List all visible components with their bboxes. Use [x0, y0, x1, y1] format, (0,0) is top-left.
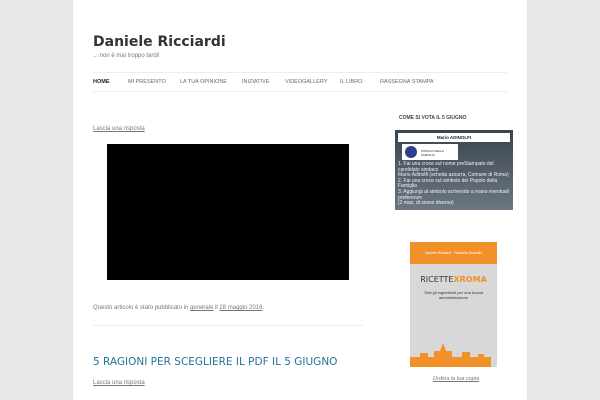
sidebar: COME SI VOTA IL 5 GIUGNO Mario ADINOLFI … — [385, 92, 527, 400]
site-tagline: ... non è mai troppo tardi! — [93, 53, 160, 59]
meta-text: . — [262, 305, 265, 311]
instruction-line: (2 max, di sesso diverso) — [398, 200, 454, 207]
widget-heading: COME SI VOTA IL 5 GIUGNO — [399, 115, 467, 121]
main-nav: HOME MI PRESENTO LA TUA OPINIONE INIZIAT… — [93, 72, 507, 92]
video-player[interactable] — [107, 144, 349, 280]
vote-instructions-image[interactable]: Mario ADINOLFI POPOLO DELLA FAMIGLIA 1. … — [395, 130, 513, 210]
nav-home[interactable]: HOME — [93, 79, 110, 85]
party-logo-icon — [405, 146, 417, 158]
book-authors: Daniele Ricciardi · Rossella Scarolini — [410, 242, 497, 264]
order-copy-link[interactable]: Ordina la tua copia — [385, 376, 527, 382]
instruction-list: 1. Fai una croce sul nome preStampato de… — [398, 161, 510, 207]
book-cover-image[interactable]: Daniele Ricciardi · Rossella Scarolini R… — [410, 242, 497, 367]
category-link[interactable]: generale — [190, 305, 213, 311]
ballot-box: POPOLO DELLA FAMIGLIA — [402, 144, 458, 160]
nav-iniziative[interactable]: INIZIATIVE — [242, 79, 269, 85]
date-link[interactable]: 28 maggio 2016 — [219, 305, 262, 311]
candidate-name: Mario ADINOLFI — [398, 133, 510, 142]
site-title[interactable]: Daniele Ricciardi — [93, 34, 226, 50]
post-title[interactable]: 5 RAGIONI PER SCEGLIERE IL PDF IL 5 GIUG… — [93, 356, 337, 368]
reply-link[interactable]: Lascia una risposta — [93, 126, 145, 132]
rome-skyline-icon — [410, 343, 491, 367]
meta-text: Questo articolo è stato pubblicato in — [93, 305, 191, 311]
page: Daniele Ricciardi ... non è mai troppo t… — [73, 0, 527, 400]
nav-rassegna-stampa[interactable]: RASSEGNA STAMPA — [380, 79, 434, 85]
nav-videogallery[interactable]: VIDEOGALLERY — [285, 79, 327, 85]
reply-link[interactable]: Lascia una risposta — [93, 380, 145, 386]
nav-mi-presento[interactable]: MI PRESENTO — [128, 79, 166, 85]
post-meta: Questo articolo è stato pubblicato in ge… — [93, 305, 264, 311]
book-subtitle: Tutti gli ingredienti per una buona ammi… — [423, 290, 484, 300]
divider — [93, 325, 363, 326]
party-name: POPOLO DELLA FAMIGLIA — [421, 149, 444, 157]
book-title: RICETTEXROMA — [420, 275, 487, 284]
nav-la-tua-opinione[interactable]: LA TUA OPINIONE — [180, 79, 227, 85]
nav-il-libro[interactable]: IL LIBRO — [340, 79, 362, 85]
